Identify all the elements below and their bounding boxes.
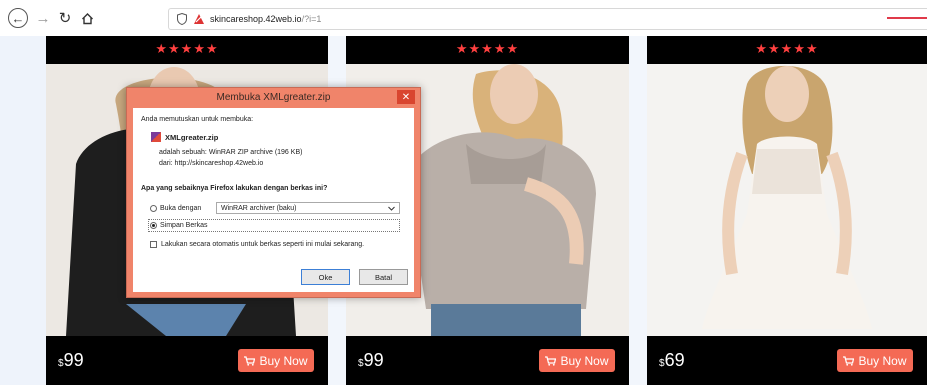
auto-action-checkbox[interactable] xyxy=(150,241,157,248)
rating-stars: ★★★★★ xyxy=(155,41,219,56)
product-header: ★★★★★ xyxy=(647,36,927,64)
action-question: Apa yang sebaiknya Firefox lakukan denga… xyxy=(141,185,328,192)
cart-icon xyxy=(244,355,256,366)
forward-button[interactable]: → xyxy=(33,8,53,28)
shield-icon xyxy=(177,13,187,25)
archive-icon xyxy=(151,132,161,142)
browser-toolbar: ← → ↻ skincareshop.42web.io/?i=1 xyxy=(0,0,927,36)
url-path: /?i=1 xyxy=(301,14,322,24)
buy-now-button[interactable]: Buy Now xyxy=(238,349,314,372)
product-header: ★★★★★ xyxy=(346,36,629,64)
buy-now-label: Buy Now xyxy=(858,353,907,368)
cancel-label: Batal xyxy=(374,272,393,282)
auto-action-option[interactable]: Lakukan secara otomatis untuk berkas sep… xyxy=(150,241,364,248)
price-amount: 99 xyxy=(63,350,84,370)
cart-icon xyxy=(843,355,855,366)
dialog-intro: Anda memutuskan untuk membuka: xyxy=(141,116,254,123)
product-price: $69 xyxy=(659,350,685,371)
product-price: $99 xyxy=(58,350,84,371)
ok-label: Oke xyxy=(318,272,333,282)
download-dialog: Membuka XMLgreater.zip ✕ Anda memutuskan… xyxy=(126,87,421,298)
url-bar[interactable]: skincareshop.42web.io/?i=1 xyxy=(168,8,927,30)
price-amount: 99 xyxy=(363,350,384,370)
ok-button[interactable]: Oke xyxy=(301,269,350,285)
dialog-titlebar[interactable]: Membuka XMLgreater.zip ✕ xyxy=(127,88,420,108)
close-icon: ✕ xyxy=(401,91,411,103)
save-file-radio[interactable] xyxy=(150,222,157,229)
model-photo xyxy=(647,64,927,336)
product-footer: $99 Buy Now xyxy=(346,336,629,385)
open-with-radio[interactable] xyxy=(150,205,157,212)
product-footer: $69 Buy Now xyxy=(647,336,927,385)
cancel-button[interactable]: Batal xyxy=(359,269,408,285)
back-arrow-icon: ← xyxy=(11,10,25,26)
reload-icon: ↻ xyxy=(58,9,72,27)
file-source: dari: http://skincareshop.42web.io xyxy=(159,160,264,167)
product-image[interactable] xyxy=(647,64,927,336)
buy-now-label: Buy Now xyxy=(560,353,609,368)
rating-stars: ★★★★★ xyxy=(455,41,520,56)
site-icon xyxy=(194,14,204,24)
buy-now-button[interactable]: Buy Now xyxy=(837,349,913,372)
home-icon xyxy=(81,12,93,24)
open-with-select[interactable]: WinRAR archiver (baku) xyxy=(216,202,400,214)
buy-now-button[interactable]: Buy Now xyxy=(539,349,615,372)
open-with-label: Buka dengan xyxy=(160,205,202,212)
product-price: $99 xyxy=(358,350,384,371)
url-host: skincareshop.42web.io xyxy=(210,14,302,24)
back-button[interactable]: ← xyxy=(8,8,28,28)
open-with-value: WinRAR archiver (baku) xyxy=(221,204,297,212)
home-button[interactable] xyxy=(77,8,97,28)
reload-button[interactable]: ↻ xyxy=(55,8,75,28)
file-info: XMLgreater.zip xyxy=(151,132,218,142)
buy-now-label: Buy Now xyxy=(259,353,308,368)
dialog-body: Anda memutuskan untuk membuka: XMLgreate… xyxy=(133,108,414,292)
chevron-down-icon xyxy=(388,206,395,211)
cart-icon xyxy=(545,355,557,366)
rating-stars: ★★★★★ xyxy=(755,41,819,56)
product-footer: $99 Buy Now xyxy=(46,336,328,385)
file-type: adalah sebuah: WinRAR ZIP archive (196 K… xyxy=(159,149,303,156)
progress-mark xyxy=(887,17,927,19)
save-file-label: Simpan Berkas xyxy=(160,222,208,229)
save-file-option[interactable]: Simpan Berkas xyxy=(150,222,207,229)
open-with-option[interactable]: Buka dengan xyxy=(150,205,201,212)
price-amount: 69 xyxy=(664,350,685,370)
product-card: ★★★★★ $69 Buy Now xyxy=(647,36,927,385)
dialog-title: Membuka XMLgreater.zip xyxy=(216,92,331,103)
product-header: ★★★★★ xyxy=(46,36,328,64)
page-margin xyxy=(0,36,46,385)
auto-action-label: Lakukan secara otomatis untuk berkas sep… xyxy=(161,241,365,248)
file-name: XMLgreater.zip xyxy=(165,132,219,142)
forward-arrow-icon: → xyxy=(35,9,51,27)
close-button[interactable]: ✕ xyxy=(397,90,415,104)
